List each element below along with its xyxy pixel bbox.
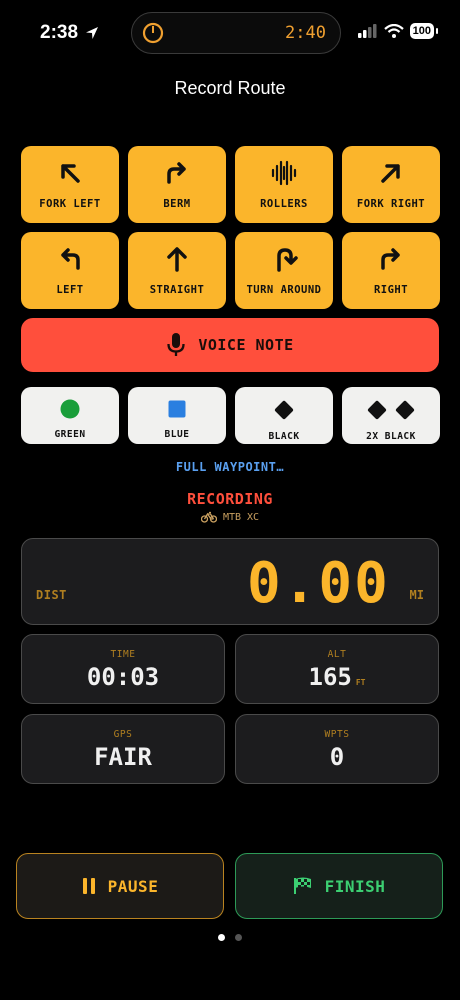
rollers-label: ROLLERS: [260, 198, 308, 210]
fork-left-button[interactable]: FORK LEFT: [21, 146, 119, 223]
battery-indicator: 100: [409, 23, 439, 39]
black-label: BLACK: [268, 431, 300, 442]
voice-note-label: VOICE NOTE: [198, 336, 294, 354]
distance-value: 0.00: [247, 551, 390, 616]
status-time-label: 2:38: [40, 22, 79, 43]
double-black-diamond-icon: [367, 400, 415, 420]
fork-right-button[interactable]: FORK RIGHT: [342, 146, 440, 223]
voice-note-button[interactable]: VOICE NOTE: [21, 318, 439, 372]
blue-difficulty-button[interactable]: BLUE: [128, 387, 226, 444]
turn-around-button[interactable]: TURN AROUND: [235, 232, 333, 309]
altitude-unit: FT: [355, 678, 366, 687]
green-difficulty-button[interactable]: GREEN: [21, 387, 119, 444]
pause-icon: [82, 878, 95, 894]
gps-card: GPS FAIR: [21, 714, 225, 784]
cellular-signal-icon: [357, 24, 377, 38]
page-indicator[interactable]: [0, 934, 460, 941]
pause-button[interactable]: PAUSE: [16, 853, 224, 919]
arrow-up-left-icon: [61, 164, 80, 183]
waveform-icon: [271, 160, 297, 186]
waypoints-card: WPTS 0: [235, 714, 439, 784]
blue-square-icon: [168, 400, 186, 418]
wifi-icon: [383, 24, 404, 38]
full-waypoint-link[interactable]: FULL WAYPOINT…: [0, 460, 460, 474]
berm-button[interactable]: BERM: [128, 146, 226, 223]
altitude-card: ALT 165 FT: [235, 634, 439, 704]
difficulty-row: GREEN BLUE BLACK 2X BLACK: [21, 387, 440, 444]
status-time: 2:38: [40, 22, 100, 44]
time-label: TIME: [110, 649, 136, 660]
microphone-icon: [167, 333, 185, 356]
fork-left-label: FORK LEFT: [39, 198, 101, 210]
arrow-turn-right-icon: [167, 162, 186, 184]
blue-label: BLUE: [164, 429, 190, 440]
right-button[interactable]: RIGHT: [342, 232, 440, 309]
straight-label: STRAIGHT: [149, 284, 205, 296]
left-button[interactable]: LEFT: [21, 232, 119, 309]
activity-type: MTB XC: [0, 511, 460, 523]
altitude-value: 165: [308, 663, 352, 691]
left-label: LEFT: [56, 284, 84, 296]
black-diamond-icon: [274, 400, 294, 420]
altitude-reading: 165 FT: [236, 663, 438, 691]
status-indicators: 100: [357, 23, 439, 39]
gps-value: FAIR: [94, 743, 152, 771]
page-dot-1[interactable]: [218, 934, 225, 941]
distance-card: DIST 0.00 MI: [21, 538, 439, 625]
green-label: GREEN: [54, 429, 86, 440]
arrow-up-right-icon: [381, 164, 400, 183]
straight-button[interactable]: STRAIGHT: [128, 232, 226, 309]
black-difficulty-button[interactable]: BLACK: [235, 387, 333, 444]
checkered-flag-icon: [293, 877, 311, 894]
right-label: RIGHT: [373, 284, 409, 296]
pause-label: PAUSE: [107, 876, 159, 896]
gps-label: GPS: [113, 729, 133, 740]
u-turn-icon: [277, 248, 298, 272]
distance-unit: MI: [409, 588, 424, 602]
timer-ring-icon: [142, 22, 164, 44]
double-black-difficulty-button[interactable]: 2X BLACK: [342, 387, 440, 444]
recording-status: RECORDING: [187, 490, 273, 508]
distance-label: DIST: [36, 588, 67, 602]
arrow-up-icon: [167, 247, 187, 272]
page-dot-2[interactable]: [235, 934, 242, 941]
time-card: TIME 00:03: [21, 634, 225, 704]
waypoints-label: WPTS: [324, 729, 350, 740]
island-time: 2:40: [285, 23, 326, 43]
bicycle-icon: [200, 511, 217, 523]
arrow-turn-right-icon: [381, 248, 400, 270]
green-circle-icon: [60, 399, 80, 419]
time-value: 00:03: [86, 663, 160, 691]
location-arrow-icon: [86, 27, 99, 39]
finish-label: FINISH: [324, 876, 386, 896]
arrow-turn-left-icon: [61, 248, 80, 270]
turn-around-label: TURN AROUND: [246, 284, 322, 296]
double-black-label: 2X BLACK: [366, 431, 416, 442]
page-title: Record Route: [174, 78, 286, 98]
fork-right-label: FORK RIGHT: [356, 198, 426, 210]
berm-label: BERM: [163, 198, 191, 210]
altitude-label: ALT: [327, 649, 347, 660]
rollers-button[interactable]: ROLLERS: [235, 146, 333, 223]
activity-label: MTB XC: [222, 511, 260, 523]
finish-button[interactable]: FINISH: [235, 853, 443, 919]
direction-grid: FORK LEFT BERM ROLLERS FORK RIGHT LEFT S…: [21, 146, 440, 309]
dynamic-island[interactable]: 2:40: [131, 12, 341, 54]
waypoints-value: 0: [329, 743, 345, 771]
